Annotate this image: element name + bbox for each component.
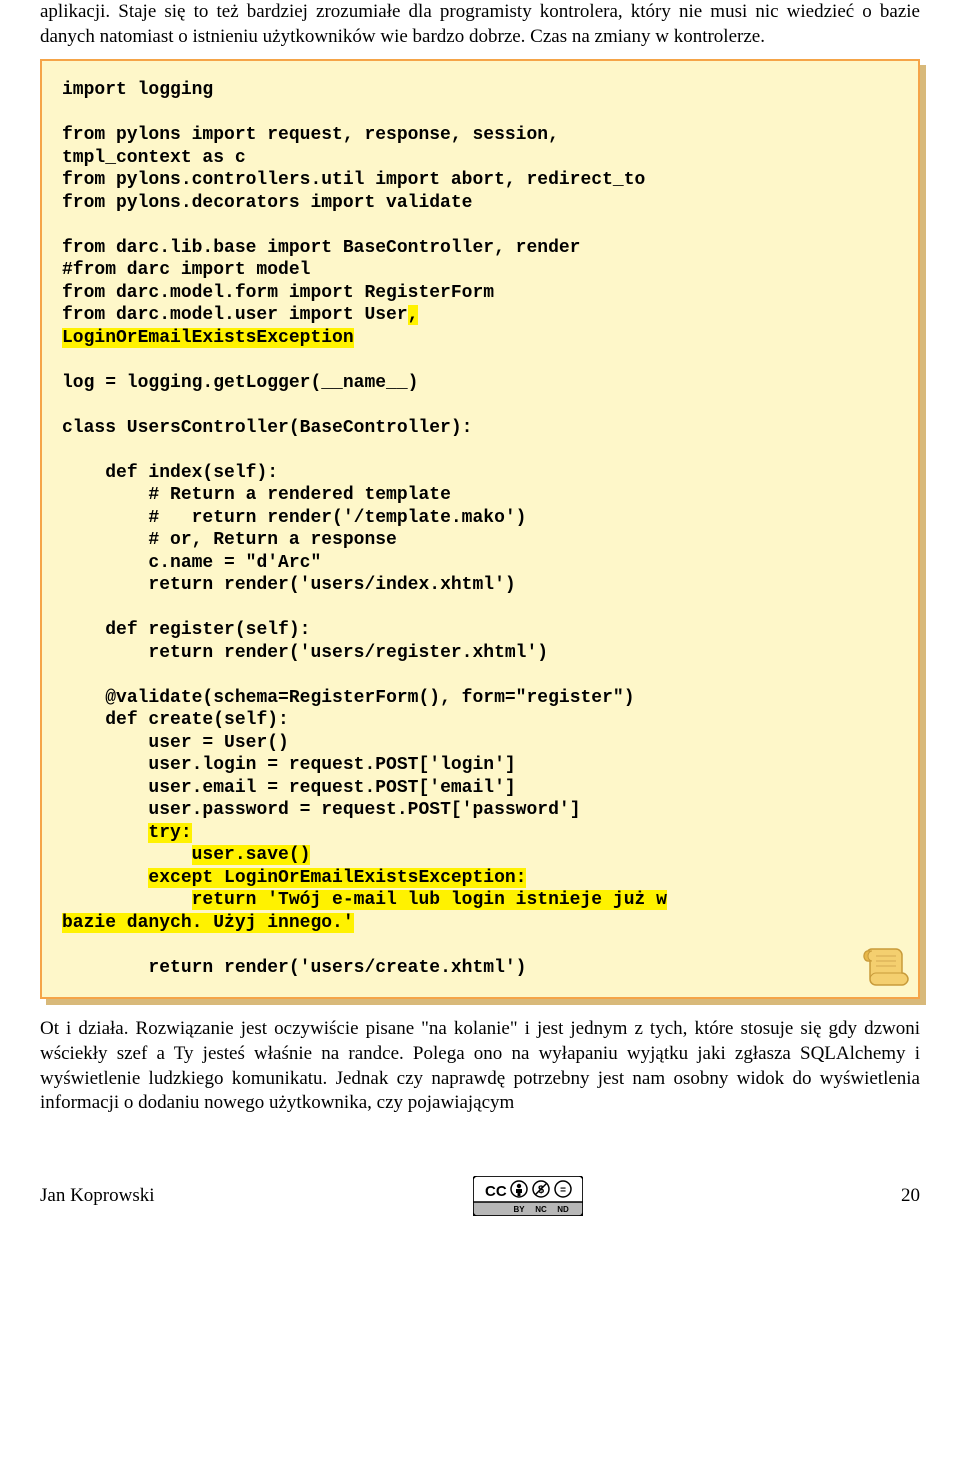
- scroll-icon: [862, 945, 910, 989]
- svg-text:NC: NC: [535, 1205, 547, 1214]
- page-number: 20: [901, 1184, 920, 1209]
- page-footer: Jan Koprowski CC $ = BY NC ND 20: [40, 1176, 920, 1216]
- svg-text:ND: ND: [557, 1205, 569, 1214]
- paragraph-top: aplikacji. Staje się to też bardziej zro…: [40, 0, 920, 49]
- svg-text:CC: CC: [485, 1183, 507, 1200]
- paragraph-bottom: Ot i działa. Rozwiązanie jest oczywiście…: [40, 1017, 920, 1116]
- cc-license-badge: CC $ = BY NC ND: [473, 1176, 583, 1216]
- code-block: import logging from pylons import reques…: [40, 59, 920, 999]
- svg-text:=: =: [560, 1185, 566, 1196]
- code-block-container: import logging from pylons import reques…: [40, 59, 920, 999]
- svg-text:BY: BY: [513, 1205, 525, 1214]
- author-name: Jan Koprowski: [40, 1184, 155, 1209]
